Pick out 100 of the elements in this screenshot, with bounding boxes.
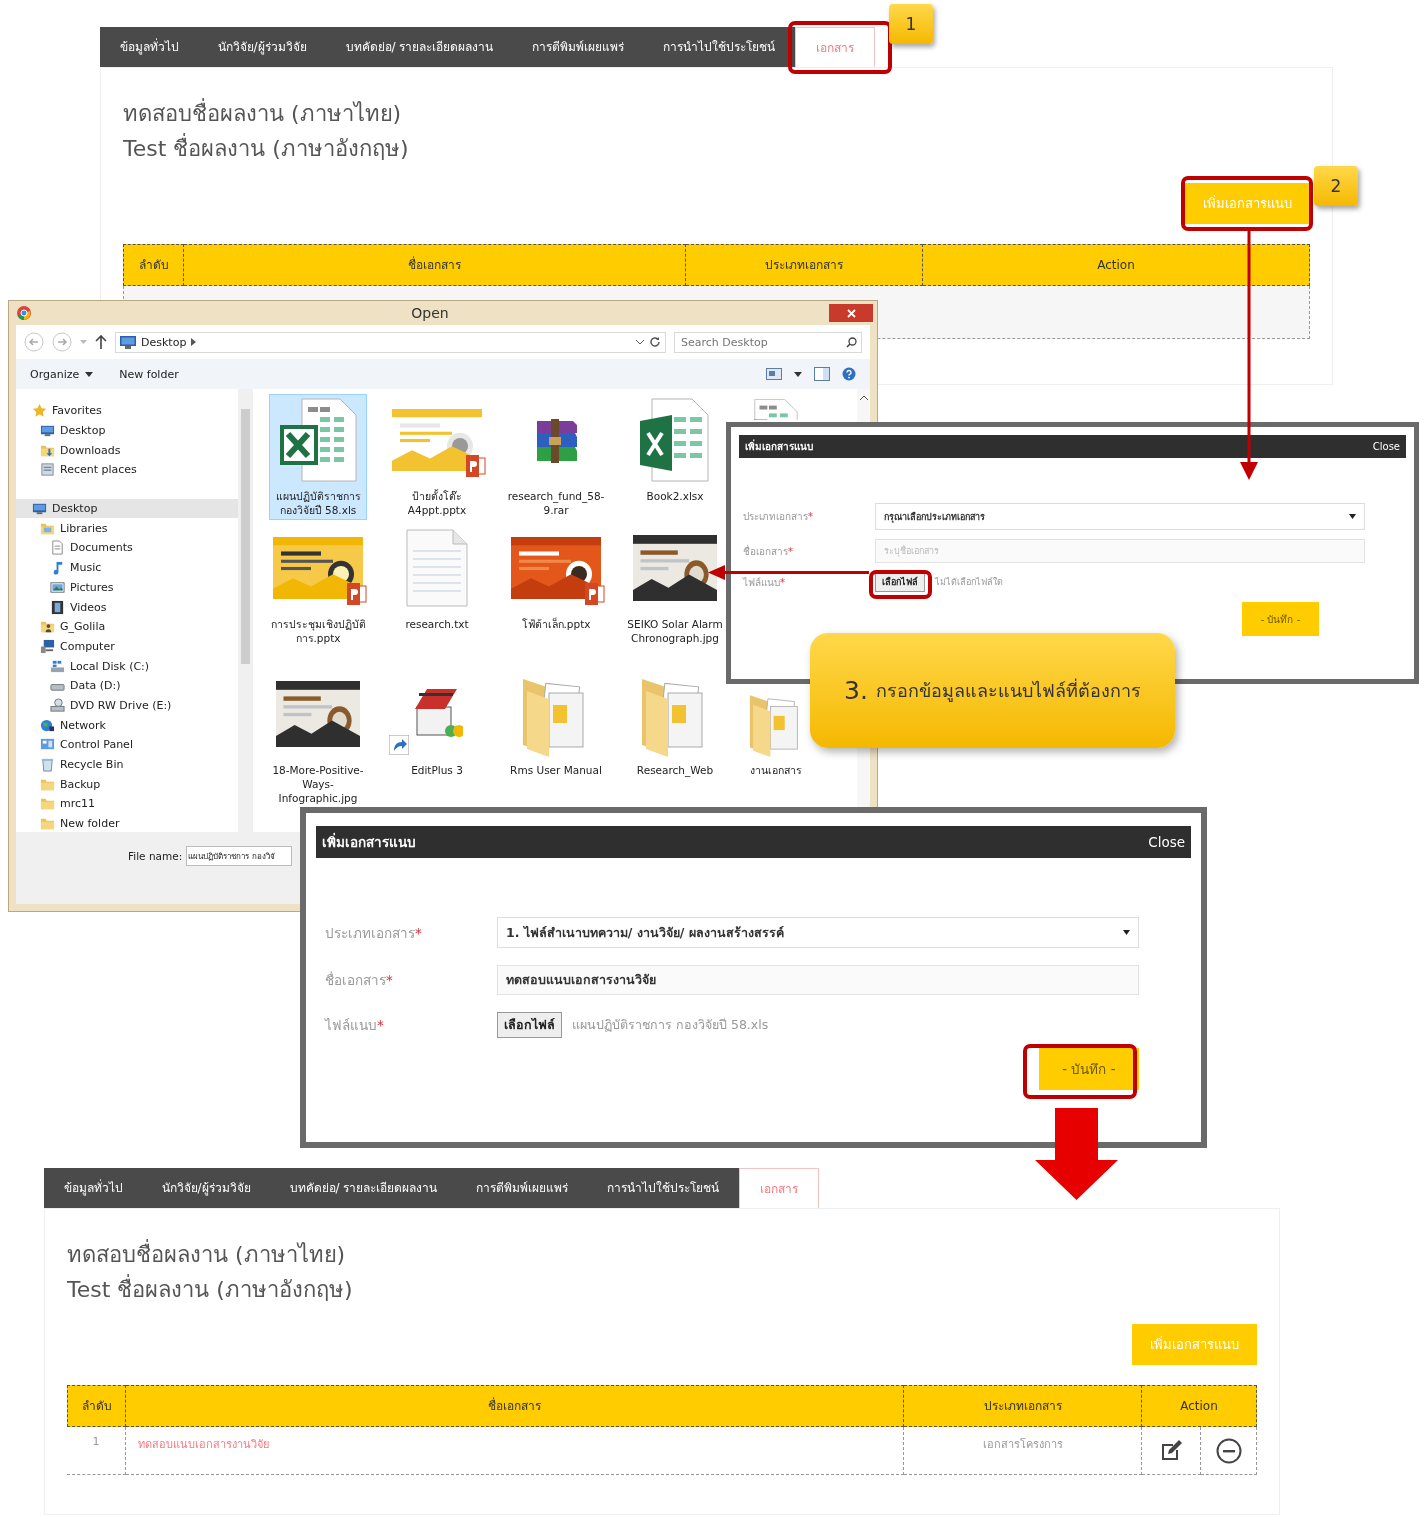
nav-tab[interactable]: การนำไปใช้ประโยชน์ (587, 1168, 739, 1208)
column-header: ลำดับ (123, 244, 184, 286)
field-label: ประเภทเอกสาร* (743, 510, 813, 524)
tree-item[interactable]: Computer (16, 636, 238, 657)
nav-tab[interactable]: การตีพิมพ์เผยแพร่ (456, 1168, 588, 1208)
tree-item[interactable]: Desktop (16, 420, 238, 441)
remove-icon[interactable] (1215, 1437, 1242, 1464)
tree-item[interactable]: Local Disk (C:) (16, 656, 238, 676)
close-button[interactable]: Close (1148, 834, 1185, 850)
tree-item[interactable]: Libraries (16, 518, 238, 539)
pictures-icon (50, 579, 65, 595)
column-header: ชื่อเอกสาร (126, 1385, 904, 1427)
choose-file-button[interactable]: เลือกไฟล์ (497, 1012, 562, 1038)
nav-tab[interactable]: นักวิจัย/ผู้ร่วมวิจัย (198, 27, 327, 67)
tree-item[interactable]: Pictures (16, 577, 238, 598)
file-item[interactable]: research_fund_58-9.rar (507, 394, 605, 520)
tree-item[interactable]: Data (D:) (16, 675, 238, 696)
file-item[interactable]: 18-More-Positive-Ways-Infographic.jpg (269, 668, 367, 808)
edit-icon[interactable] (1159, 1438, 1183, 1463)
save-button[interactable]: - บันทึก - (1242, 602, 1319, 636)
caret-icon[interactable] (1123, 930, 1130, 935)
tree-item[interactable]: Control Panel (16, 735, 238, 755)
document-icon (50, 540, 65, 556)
caret-icon[interactable] (1349, 514, 1356, 519)
tree-item[interactable]: New folder (16, 813, 238, 832)
globe-icon (40, 717, 55, 733)
folder-icon (40, 816, 55, 832)
nav-tab[interactable]: ข้อมูลทั่วไป (44, 1168, 142, 1208)
save-button[interactable]: - บันทึก - (1039, 1048, 1139, 1090)
select-field[interactable]: 1. ไฟล์สำเนาบทความ/ งานวิจัย/ ผลงานสร้างสรรค์ (497, 917, 1139, 948)
caret-icon[interactable] (636, 339, 644, 345)
file-item[interactable]: SEIKO Solar Alarm Chronograph.jpg (626, 522, 724, 648)
toolbar-button[interactable]: New folder (119, 367, 179, 381)
nav-tab[interactable]: บทคัดย่อ/ รายละเอียดผลงาน (326, 27, 513, 67)
file-item[interactable]: EditPlus 3 (388, 668, 486, 780)
view-icon[interactable] (766, 368, 782, 380)
file-item[interactable]: โฟ้ต้าเล็ก.pptx (507, 522, 605, 634)
pane-icon[interactable] (814, 367, 830, 381)
nav-tab[interactable]: ข้อมูลทั่วไป (100, 27, 198, 67)
table-cell: 1 (67, 1427, 126, 1475)
chevron-icon[interactable] (191, 338, 197, 346)
search-field[interactable]: Search Desktop (674, 331, 862, 353)
tree-item[interactable]: Network (16, 715, 238, 735)
tree-item[interactable]: Documents (16, 538, 238, 558)
close-icon[interactable] (846, 308, 856, 318)
scroll-up-icon[interactable] (859, 395, 868, 400)
tree-item[interactable]: mrc11 (16, 794, 238, 814)
nav-tab[interactable]: การตีพิมพ์เผยแพร่ (512, 27, 644, 67)
select-field[interactable]: กรุณาเลือกประเภทเอกสาร (875, 503, 1365, 530)
close-button[interactable] (829, 304, 873, 322)
text-field[interactable]: ทดสอบแนบเอกสารงานวิจัย (497, 965, 1139, 995)
tree-item[interactable]: Recycle Bin (16, 754, 238, 775)
column-header: Action (1142, 1385, 1257, 1427)
tree-item[interactable]: Recent places (16, 460, 238, 480)
file-item[interactable]: การประชุมเชิงปฏิบัติการ.pptx (269, 522, 367, 648)
toolbar-button[interactable]: Organize (30, 367, 94, 381)
modal-title: เพิ่มเอกสารแนบ (745, 439, 813, 454)
file-name-field[interactable]: แผนปฏิบัติราชการ กองวิจั (186, 846, 293, 866)
slides-badge-icon (347, 583, 367, 605)
tree-item[interactable]: Favorites (16, 401, 238, 421)
search-icon[interactable] (846, 336, 857, 348)
up-arrow-icon[interactable] (95, 335, 107, 349)
file-item[interactable]: research.txt (388, 522, 486, 634)
file-item[interactable]: งานเอกสาร (745, 686, 807, 780)
refresh-icon[interactable] (649, 336, 661, 348)
help-icon[interactable] (842, 367, 856, 381)
file-status-text: แผนปฏิบัติราชการ กองวิจัยปี 58.xls (572, 1016, 769, 1034)
tree-item[interactable]: Videos (16, 597, 238, 617)
file-item[interactable]: Book2.xlsx (626, 394, 724, 506)
text-field[interactable]: ระบุชื่อเอกสาร (875, 539, 1365, 563)
address-bar[interactable]: Desktop (115, 331, 666, 353)
project-title: ทดสอบชื่อผลงาน (ภาษาไทย) (123, 96, 1310, 131)
modal-title: เพิ่มเอกสารแนบ (322, 832, 416, 852)
file-item[interactable]: Research_Web (626, 668, 724, 780)
nav-tab[interactable]: นักวิจัย/ผู้ร่วมวิจัย (142, 1168, 271, 1208)
step-text: กรอกข้อมูลและแนบไฟล์ที่ต้องการ (875, 677, 1141, 704)
nav-tab[interactable]: การนำไปใช้ประโยชน์ (643, 27, 795, 67)
caret-icon[interactable] (85, 371, 94, 377)
folder-icon (40, 796, 55, 812)
choose-file-button[interactable]: เลือกไฟล์ (875, 572, 925, 592)
slides-badge-icon (466, 455, 486, 477)
file-item[interactable]: แผนปฏิบัติราชการ กองวิจัยปี 58.xls (269, 394, 367, 520)
close-button[interactable]: Close (1372, 441, 1400, 452)
field-label: ไฟล์แนบ* (743, 575, 785, 590)
field-label: File name: (128, 849, 183, 864)
nav-tab[interactable]: บทคัดย่อ/ รายละเอียดผลงาน (270, 1168, 457, 1208)
file-item[interactable]: ป้ายตั้งโต๊ะ A4ppt.pptx (388, 394, 486, 520)
slides-badge-icon (585, 583, 605, 605)
scrollbar-thumb[interactable] (241, 409, 250, 664)
address-text: Desktop (141, 335, 187, 349)
tree-item[interactable]: Downloads (16, 440, 238, 461)
app-icon (17, 306, 31, 320)
tree-item[interactable]: Desktop (16, 498, 238, 519)
tree-item[interactable]: DVD RW Drive (E:) (16, 695, 238, 716)
tree-item[interactable]: G_Golila (16, 616, 238, 637)
recent-places-icon (40, 462, 55, 478)
tree-item[interactable]: Backup (16, 774, 238, 795)
tree-item[interactable]: Music (16, 557, 238, 578)
file-item[interactable]: Rms User Manual (507, 668, 605, 780)
caret-icon[interactable] (794, 371, 802, 377)
